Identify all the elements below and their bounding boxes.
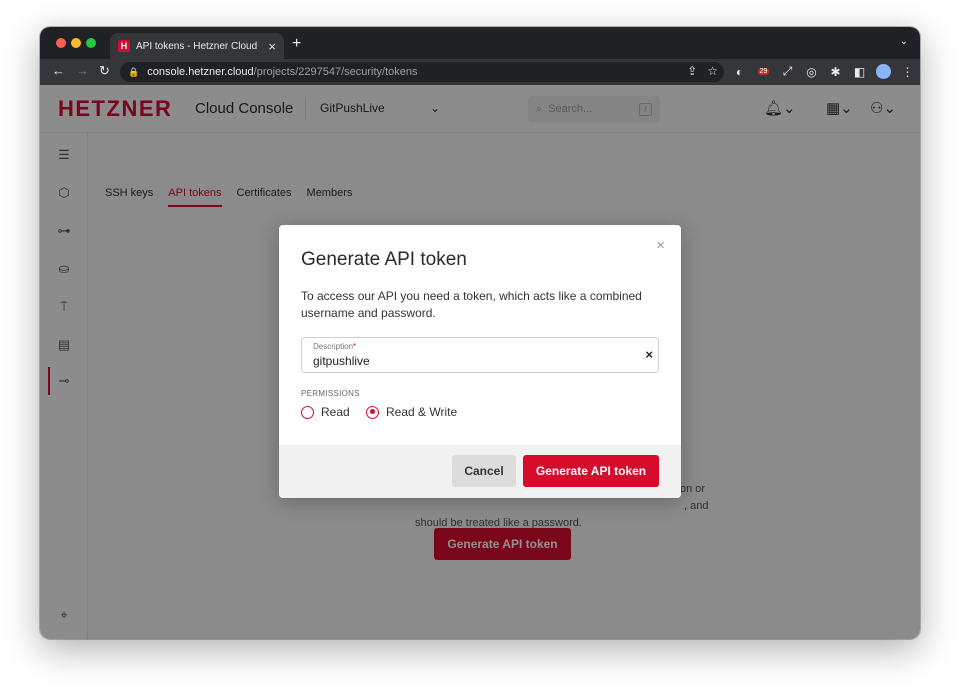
radio-read-write[interactable] — [366, 405, 379, 419]
browser-menu-icon[interactable]: ⋮ — [900, 64, 915, 79]
hetzner-page: HETZNER Cloud Console GitPushLive ⌄ ⌕ Se… — [40, 85, 920, 639]
radio-read-write-label: Read & Write — [386, 405, 458, 419]
back-icon[interactable]: ← — [52, 63, 65, 78]
description-label: Description* — [313, 342, 357, 351]
radio-read-label: Read — [321, 405, 350, 419]
share-icon[interactable]: ⇪ — [687, 64, 697, 78]
extension-contrast-icon[interactable]: ◐ — [732, 64, 747, 79]
lock-icon: 🔒 — [128, 66, 140, 77]
extensions-puzzle-icon[interactable]: ✱ — [828, 64, 843, 79]
cancel-button[interactable]: Cancel — [452, 455, 516, 487]
new-tab-button[interactable]: + — [292, 35, 301, 53]
tab-search-icon[interactable]: ⌄ — [900, 36, 908, 47]
permission-read-write-option[interactable]: Read & Write — [366, 405, 457, 419]
clear-input-icon[interactable]: × — [645, 347, 653, 362]
browser-window: H API tokens - Hetzner Cloud × + ⌄ ← → ↻… — [40, 27, 920, 639]
generate-token-dialog: × Generate API token To access our API y… — [279, 225, 681, 498]
extension-expand-icon[interactable]: ⤢ — [780, 64, 795, 79]
dialog-footer: Cancel Generate API token — [279, 445, 681, 498]
description-input[interactable] — [313, 353, 633, 369]
close-icon[interactable]: × — [656, 237, 665, 254]
extension-target-icon[interactable]: ◎ — [804, 64, 819, 79]
bookmark-star-icon[interactable]: ☆ — [707, 64, 718, 78]
description-field[interactable]: Description* × — [301, 337, 659, 373]
sidebar-toggle-icon[interactable]: ◧ — [852, 64, 867, 79]
tab-title: API tokens - Hetzner Cloud — [136, 40, 258, 52]
url-field[interactable]: 🔒 console.hetzner.cloud /projects/229754… — [120, 62, 724, 82]
permission-read-option[interactable]: Read — [301, 405, 350, 419]
dialog-description: To access our API you need a token, whic… — [301, 289, 642, 320]
profile-avatar[interactable] — [876, 64, 891, 79]
tab-close-icon[interactable]: × — [268, 39, 276, 54]
address-bar-row: ← → ↻ 🔒 console.hetzner.cloud /projects/… — [40, 59, 920, 85]
generate-api-token-button[interactable]: Generate API token — [523, 455, 659, 487]
close-window-button[interactable] — [56, 38, 66, 48]
forward-icon[interactable]: → — [76, 63, 89, 78]
browser-tab[interactable]: H API tokens - Hetzner Cloud × — [110, 33, 284, 59]
dialog-title: Generate API token — [301, 249, 467, 270]
url-path: /projects/2297547/security/tokens — [253, 66, 418, 78]
extension-badge-icon[interactable]: 29 — [756, 64, 771, 79]
reload-icon[interactable]: ↻ — [99, 63, 110, 79]
url-domain: console.hetzner.cloud — [147, 66, 254, 78]
minimize-window-button[interactable] — [71, 38, 81, 48]
radio-read[interactable] — [301, 405, 314, 419]
tab-bar: H API tokens - Hetzner Cloud × + ⌄ — [40, 27, 920, 59]
hetzner-favicon-icon: H — [118, 40, 130, 52]
maximize-window-button[interactable] — [86, 38, 96, 48]
permissions-heading: PERMISSIONS — [301, 389, 360, 398]
